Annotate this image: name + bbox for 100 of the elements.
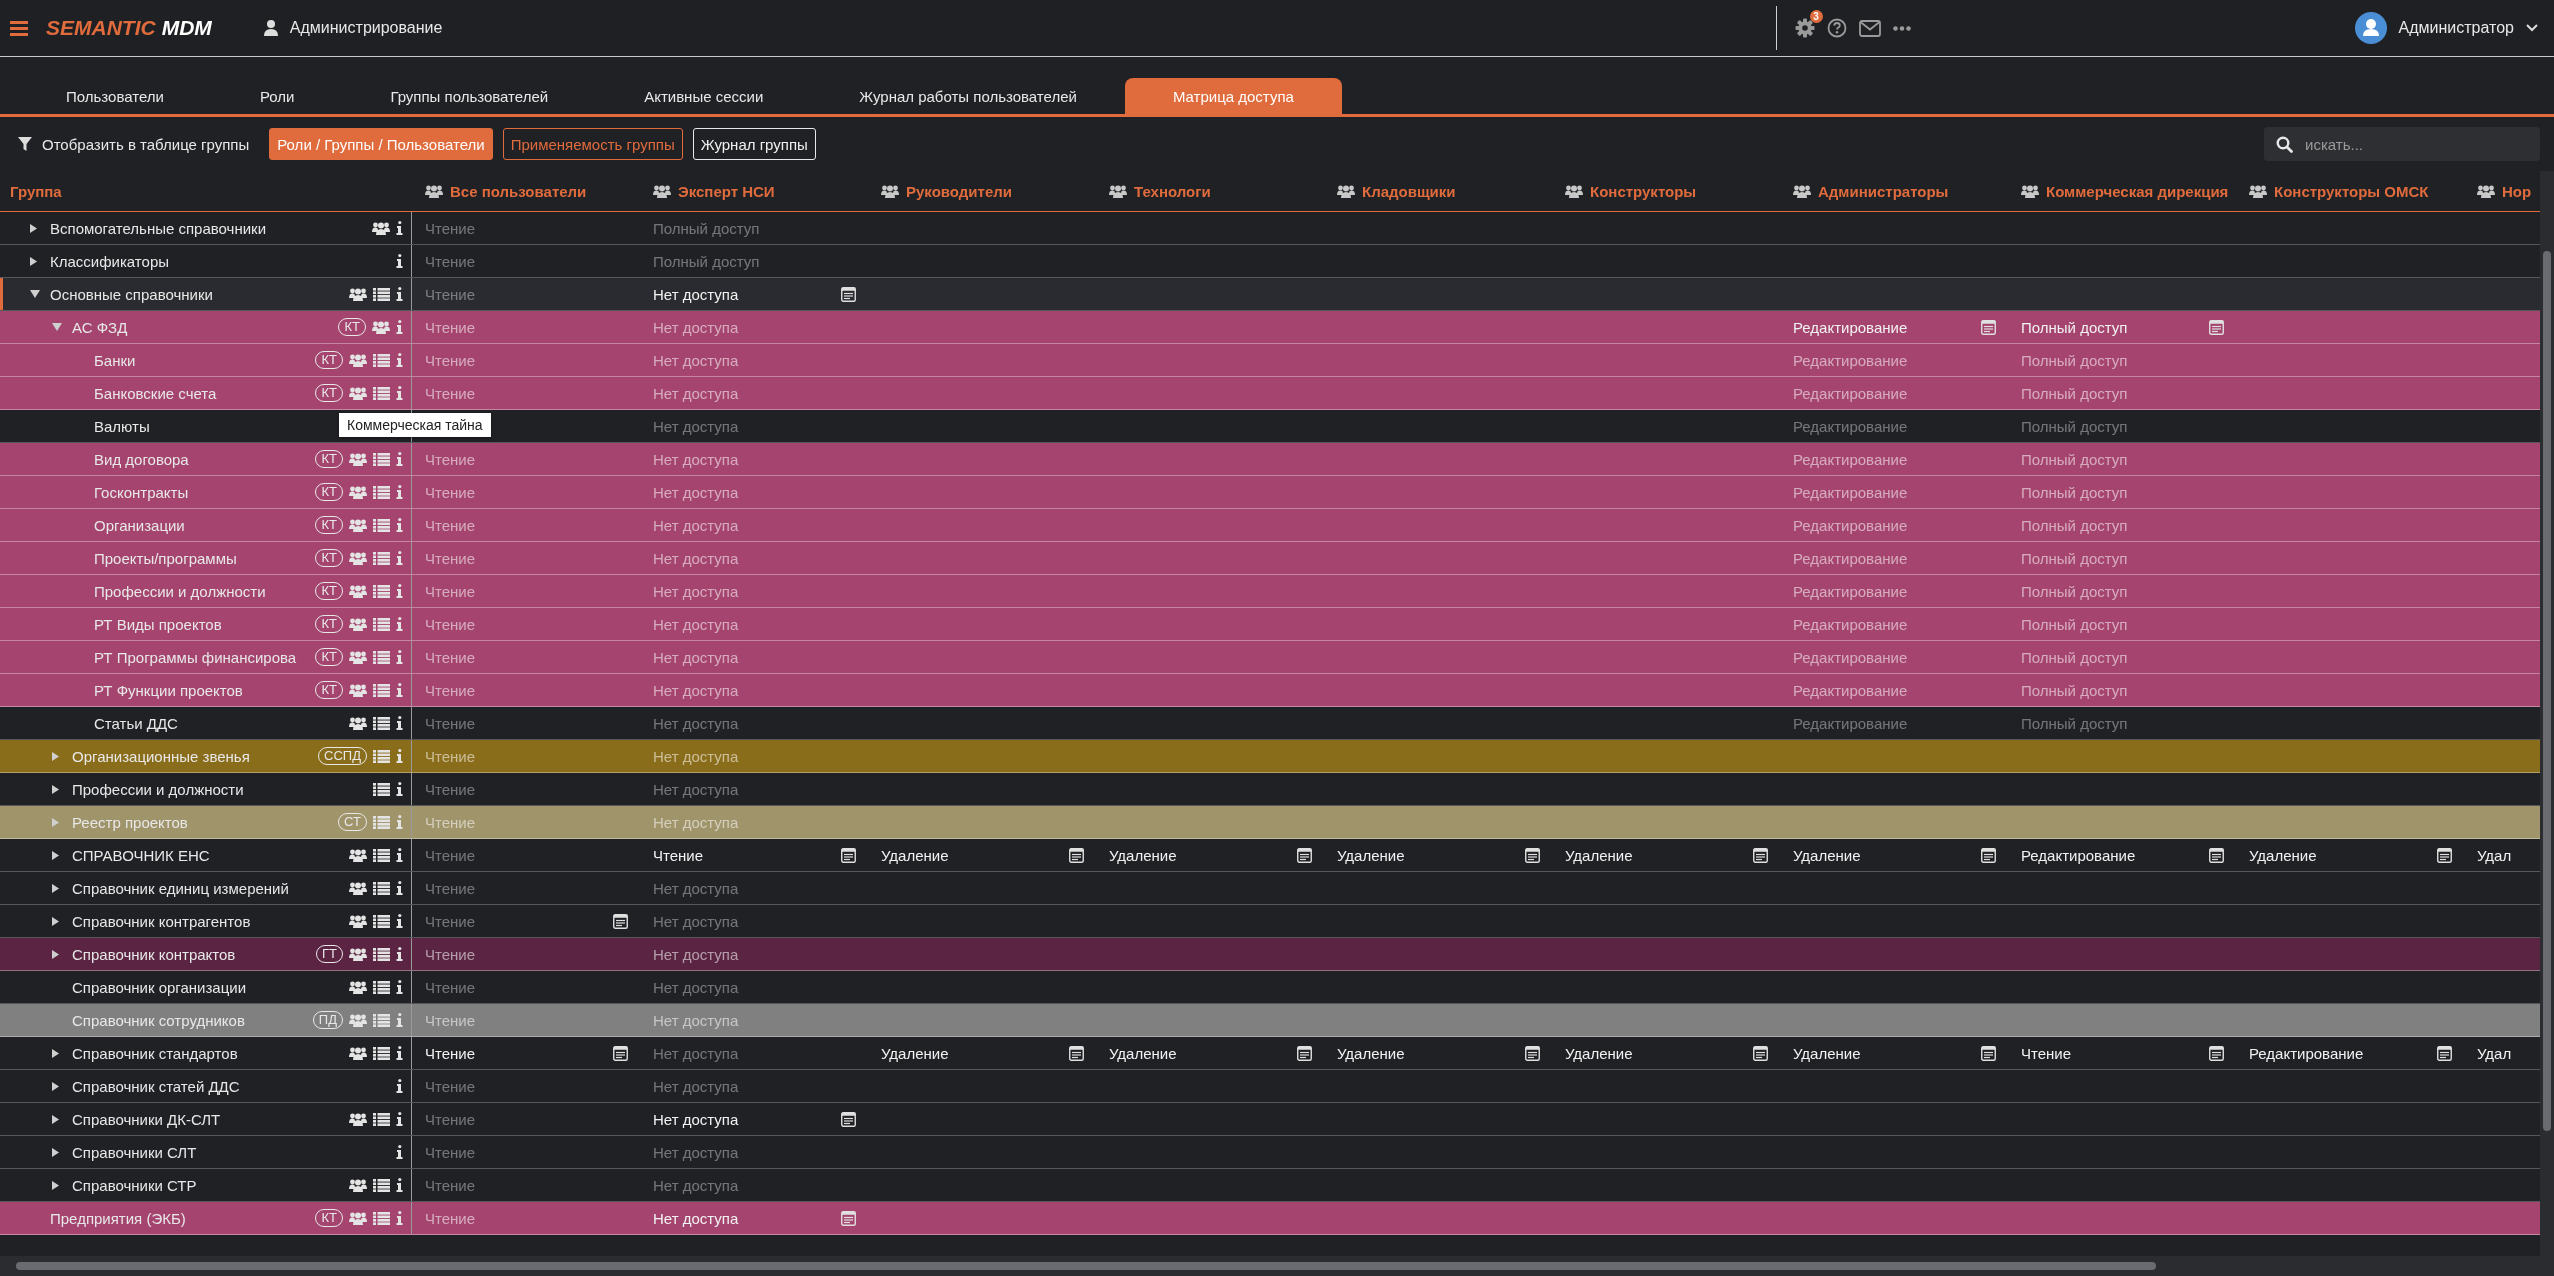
access-level[interactable]: Удаление (1337, 846, 1405, 864)
users-icon[interactable] (349, 1046, 367, 1060)
tab[interactable]: Группы пользователей (342, 78, 597, 114)
expand-caret-icon[interactable] (52, 850, 59, 860)
table-row[interactable]: Справочник стандартов Чтение Нет доступа Удаление Удаление Удаление Удаление Удаление Чтение Редактирование Удал (0, 1037, 2540, 1070)
note-icon[interactable] (1981, 847, 1996, 863)
table-row[interactable]: Справочник сотрудников ПД Чтение Нет доступа (0, 1004, 2540, 1037)
access-level[interactable]: Нет доступа (653, 714, 739, 732)
view-toggle-button[interactable]: Журнал группы (692, 128, 816, 160)
more-icon[interactable] (1892, 25, 1911, 31)
avatar-icon[interactable] (2354, 12, 2387, 44)
expand-caret-icon[interactable] (52, 1081, 59, 1091)
access-level[interactable]: Нет доступа (653, 945, 739, 963)
access-level[interactable]: Полный доступ (653, 252, 760, 270)
note-icon[interactable] (841, 286, 856, 302)
access-level[interactable]: Чтение (425, 384, 476, 402)
access-level[interactable]: Нет доступа (653, 813, 739, 831)
access-level[interactable]: Чтение (425, 1044, 476, 1062)
access-level[interactable]: Нет доступа (653, 747, 739, 765)
access-level[interactable]: Чтение (653, 846, 704, 864)
column-header[interactable]: Все пользователи (450, 182, 587, 200)
access-level[interactable]: Чтение (425, 648, 476, 666)
table-row[interactable]: Госконтракты КТ Чтение Нет доступа Редактирование Полный доступ (0, 476, 2540, 509)
note-icon[interactable] (1297, 1045, 1312, 1061)
users-icon[interactable] (349, 980, 367, 994)
access-level[interactable]: Нет доступа (653, 483, 739, 501)
access-level[interactable]: Полный доступ (2021, 450, 2128, 468)
note-icon[interactable] (1525, 1045, 1540, 1061)
tab[interactable]: Пользователи (18, 78, 212, 114)
expand-caret-icon[interactable] (52, 784, 59, 794)
access-level[interactable]: Чтение (425, 681, 476, 699)
info-icon[interactable] (396, 1178, 403, 1192)
search-input[interactable]: искать... (2303, 134, 2527, 154)
view-toggle-button[interactable]: Применяемость группы (502, 128, 683, 160)
access-level[interactable]: Чтение (425, 1209, 476, 1227)
list-icon[interactable] (373, 716, 390, 730)
access-level[interactable]: Чтение (425, 318, 476, 336)
access-level[interactable]: Нет доступа (653, 351, 739, 369)
access-level[interactable]: Удаление (1565, 1044, 1633, 1062)
column-header[interactable]: Администраторы (1818, 182, 1949, 200)
users-icon[interactable] (349, 914, 367, 928)
info-icon[interactable] (396, 914, 403, 928)
tab[interactable]: Роли (211, 78, 343, 114)
access-level[interactable]: Полный доступ (2021, 615, 2128, 633)
column-header[interactable]: Конструкторы ОМСК (2274, 182, 2429, 200)
access-level[interactable]: Чтение (425, 1110, 476, 1128)
access-level[interactable]: Полный доступ (2021, 549, 2128, 567)
access-level[interactable]: Удаление (1565, 846, 1633, 864)
access-level[interactable]: Чтение (425, 1011, 476, 1029)
note-icon[interactable] (613, 913, 628, 929)
access-level[interactable]: Редактирование (1793, 582, 1908, 600)
list-icon[interactable] (373, 287, 390, 301)
list-icon[interactable] (373, 1112, 390, 1126)
note-icon[interactable] (841, 847, 856, 863)
access-level[interactable]: Удаление (881, 846, 949, 864)
users-icon[interactable] (349, 287, 367, 301)
table-row[interactable]: Проекты/программы КТ Чтение Нет доступа Редактирование Полный доступ (0, 542, 2540, 575)
note-icon[interactable] (1525, 847, 1540, 863)
tab[interactable]: Активные сессии (596, 78, 812, 114)
chevron-down-icon[interactable] (2526, 24, 2538, 32)
access-level[interactable]: Нет доступа (653, 582, 739, 600)
access-level[interactable]: Чтение (425, 879, 476, 897)
access-level[interactable]: Редактирование (1793, 549, 1908, 567)
access-level[interactable]: Редактирование (1793, 483, 1908, 501)
column-header[interactable]: Кладовщики (1362, 182, 1456, 200)
access-level[interactable]: Чтение (425, 252, 476, 270)
access-level[interactable]: Нет доступа (653, 285, 739, 303)
access-level[interactable]: Редактирование (1793, 714, 1908, 732)
access-level[interactable]: Чтение (425, 1077, 476, 1095)
access-level[interactable]: Чтение (425, 483, 476, 501)
access-level[interactable]: Удаление (1109, 1044, 1177, 1062)
access-level[interactable]: Редактирование (1793, 648, 1908, 666)
access-level[interactable]: Удаление (1793, 1044, 1861, 1062)
note-icon[interactable] (1981, 1045, 1996, 1061)
access-level[interactable]: Нет доступа (653, 780, 739, 798)
access-level[interactable]: Нет доступа (653, 318, 739, 336)
access-level[interactable]: Полный доступ (653, 219, 760, 237)
note-icon[interactable] (613, 1045, 628, 1061)
expand-caret-icon[interactable] (52, 883, 59, 893)
list-icon[interactable] (373, 1178, 390, 1192)
info-icon[interactable] (396, 1112, 403, 1126)
user-name[interactable]: Администратор (2398, 19, 2514, 37)
access-level[interactable]: Чтение (425, 747, 476, 765)
access-level[interactable]: Полный доступ (2021, 384, 2128, 402)
access-level[interactable]: Нет доступа (653, 1044, 739, 1062)
column-header[interactable]: Руководители (906, 182, 1012, 200)
info-icon[interactable] (396, 980, 403, 994)
expand-caret-icon[interactable] (52, 1114, 59, 1124)
note-icon[interactable] (841, 1111, 856, 1127)
info-icon[interactable] (396, 1046, 403, 1060)
access-level[interactable]: Нет доступа (653, 879, 739, 897)
column-header[interactable]: Группа (0, 182, 412, 200)
table-row[interactable]: Справочники СЛТ Чтение Нет доступа (0, 1136, 2540, 1169)
table-row[interactable]: Справочник статей ДДС Чтение Нет доступа (0, 1070, 2540, 1103)
table-row[interactable]: Вид договора КТ Чтение Нет доступа Редактирование Полный доступ (0, 443, 2540, 476)
list-icon[interactable] (373, 782, 390, 796)
access-level[interactable]: Чтение (425, 219, 476, 237)
access-level[interactable]: Удаление (1793, 846, 1861, 864)
access-level[interactable]: Чтение (425, 714, 476, 732)
access-level[interactable]: Чтение (425, 351, 476, 369)
